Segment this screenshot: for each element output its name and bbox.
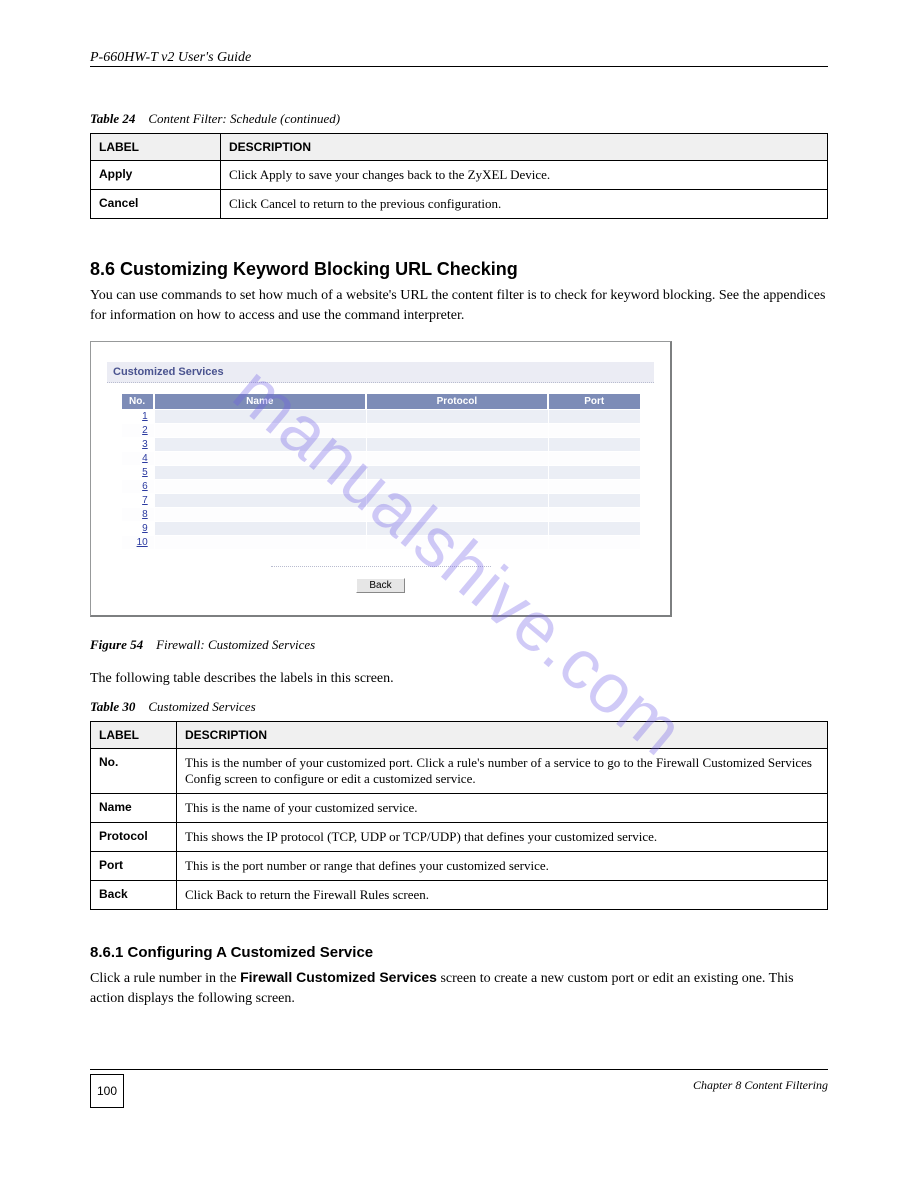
t2r0d: This is the number of your customized po… [177, 748, 828, 793]
row-link-5[interactable]: 5 [142, 467, 148, 478]
table-row: 10 [122, 536, 640, 549]
t2r4l: Back [91, 880, 177, 909]
t2r1d: This is the name of your customized serv… [177, 793, 828, 822]
customized-services-table: No. Name Protocol Port 1 2 3 4 5 6 7 8 9… [121, 393, 641, 550]
tbl1-r0-label: Apply [91, 161, 221, 190]
table-row: NameThis is the name of your customized … [91, 793, 828, 822]
subsection-title: Configuring A Customized Service [128, 944, 374, 961]
back-button[interactable]: Back [356, 578, 404, 593]
doc-header-title: P-660HW-T v2 User's Guide [90, 50, 828, 66]
col-protocol: Protocol [367, 394, 548, 409]
col-port: Port [549, 394, 640, 409]
button-desc-table: LABEL DESCRIPTION Apply Click Apply to s… [90, 133, 828, 219]
table-caption-24: Table 24 Content Filter: Schedule (conti… [90, 111, 828, 127]
table-row: 4 [122, 452, 640, 465]
table-row: 1 [122, 410, 640, 423]
table-row: BackClick Back to return the Firewall Ru… [91, 880, 828, 909]
tbl1-head-desc: DESCRIPTION [221, 134, 828, 161]
row-link-1[interactable]: 1 [142, 411, 148, 422]
desc-paragraph: The following table describes the labels… [90, 669, 828, 689]
table-row: 3 [122, 438, 640, 451]
section-title: Customizing Keyword Blocking URL Checkin… [120, 259, 518, 279]
table30-text: Customized Services [148, 699, 255, 714]
footer-chapter: Chapter 8 Content Filtering [693, 1078, 828, 1092]
figure-caption: Figure 54 Firewall: Customized Services [90, 637, 828, 653]
row-link-8[interactable]: 8 [142, 509, 148, 520]
table-row: 7 [122, 494, 640, 507]
row-link-3[interactable]: 3 [142, 439, 148, 450]
tbl2-head-desc: DESCRIPTION [177, 721, 828, 748]
footer-rule: 100 Chapter 8 Content Filtering [90, 1069, 828, 1093]
tbl1-head-label: LABEL [91, 134, 221, 161]
tbl2-head-label: LABEL [91, 721, 177, 748]
t2r3d: This is the port number or range that de… [177, 851, 828, 880]
row-link-6[interactable]: 6 [142, 481, 148, 492]
section-heading-8-6: 8.6 Customizing Keyword Blocking URL Che… [90, 259, 828, 280]
table24-prefix: Table 24 [90, 111, 135, 126]
t2r3l: Port [91, 851, 177, 880]
table-row: No.This is the number of your customized… [91, 748, 828, 793]
row-link-7[interactable]: 7 [142, 495, 148, 506]
section-num: 8.6 [90, 259, 115, 279]
subsection-paragraph: Click a rule number in the Firewall Cust… [90, 967, 828, 1010]
col-no: No. [122, 394, 154, 409]
table-row: PortThis is the port number or range tha… [91, 851, 828, 880]
tbl1-r0-desc: Click Apply to save your changes back to… [221, 161, 828, 190]
table-row: Apply Click Apply to save your changes b… [91, 161, 828, 190]
tbl1-r1-desc: Click Cancel to return to the previous c… [221, 190, 828, 219]
sub-p1: Click a rule number in the [90, 971, 240, 986]
table-row: Cancel Click Cancel to return to the pre… [91, 190, 828, 219]
row-link-9[interactable]: 9 [142, 523, 148, 534]
section-paragraph: You can use commands to set how much of … [90, 286, 828, 327]
col-name: Name [155, 394, 366, 409]
fields-desc-table: LABEL DESCRIPTION No.This is the number … [90, 721, 828, 910]
t2r2l: Protocol [91, 822, 177, 851]
figure-prefix: Figure 54 [90, 637, 143, 652]
divider [271, 566, 491, 567]
tbl1-r1-label: Cancel [91, 190, 221, 219]
table-row: 6 [122, 480, 640, 493]
panel-heading: Customized Services [107, 362, 654, 383]
sub-p2: Firewall Customized Services [240, 969, 437, 985]
table-row: 9 [122, 522, 640, 535]
table-row: 2 [122, 424, 640, 437]
subsection-heading-8-6-1: 8.6.1 Configuring A Customized Service [90, 944, 828, 961]
table-row: 8 [122, 508, 640, 521]
row-link-4[interactable]: 4 [142, 453, 148, 464]
row-link-2[interactable]: 2 [142, 425, 148, 436]
table-row: ProtocolThis shows the IP protocol (TCP,… [91, 822, 828, 851]
table30-prefix: Table 30 [90, 699, 135, 714]
subsection-num: 8.6.1 [90, 944, 123, 961]
row-link-10[interactable]: 10 [137, 537, 148, 548]
embedded-ui-panel: Customized Services No. Name Protocol Po… [90, 341, 672, 617]
table24-text: Content Filter: Schedule (continued) [148, 111, 340, 126]
table-row: 5 [122, 466, 640, 479]
t2r2d: This shows the IP protocol (TCP, UDP or … [177, 822, 828, 851]
page-number-box: 100 [90, 1074, 124, 1108]
figure-text: Firewall: Customized Services [156, 637, 315, 652]
header-rule [90, 66, 828, 67]
t2r0l: No. [91, 748, 177, 793]
t2r1l: Name [91, 793, 177, 822]
t2r4d: Click Back to return the Firewall Rules … [177, 880, 828, 909]
table-caption-30: Table 30 Customized Services [90, 699, 828, 715]
